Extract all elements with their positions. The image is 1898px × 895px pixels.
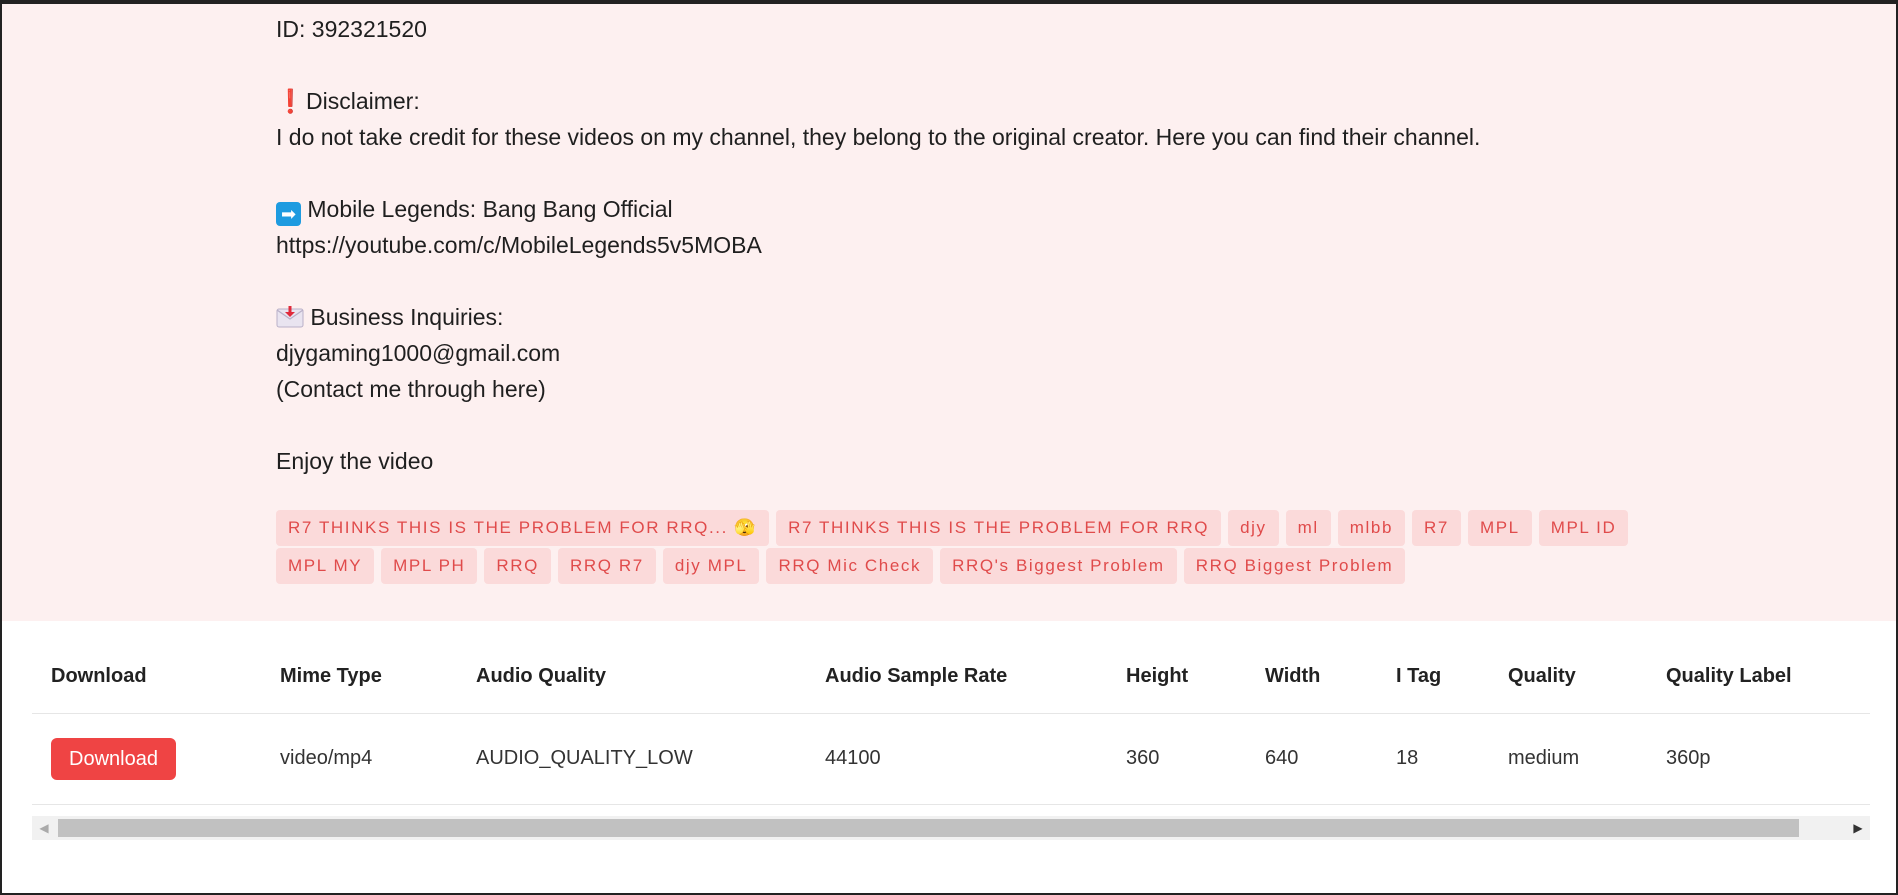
tag[interactable]: R7 THINKS THIS IS THE PROBLEM FOR RRQ	[776, 510, 1222, 546]
scrollbar-thumb[interactable]	[58, 819, 1799, 837]
tag[interactable]: R7 THINKS THIS IS THE PROBLEM FOR RRQ...…	[276, 510, 770, 546]
contact-note: (Contact me through here)	[276, 376, 546, 402]
header-quality: Quality	[1489, 621, 1647, 714]
tag[interactable]: djy	[1228, 510, 1279, 546]
formats-table-container: Download Mime Type Audio Quality Audio S…	[32, 621, 1870, 841]
download-button[interactable]: Download	[51, 737, 176, 780]
business-label: Business Inquiries:	[310, 304, 504, 330]
tag[interactable]: R7	[1412, 510, 1461, 546]
cell-mime-type: video/mp4	[261, 713, 457, 805]
envelope-with-arrow-icon	[276, 306, 304, 328]
tag[interactable]: RRQ Mic Check	[766, 548, 934, 584]
tag[interactable]: MPL MY	[276, 548, 375, 584]
formats-table: Download Mime Type Audio Quality Audio S…	[32, 621, 1870, 805]
tag-list: R7 THINKS THIS IS THE PROBLEM FOR RRQ...…	[276, 510, 1676, 586]
header-mime-type: Mime Type	[261, 621, 457, 714]
cell-quality: medium	[1489, 713, 1647, 805]
tag[interactable]: RRQ R7	[558, 548, 656, 584]
header-quality-label: Quality Label	[1647, 621, 1870, 714]
tag[interactable]: MPL PH	[381, 548, 478, 584]
cell-quality-label: 360p	[1647, 713, 1870, 805]
tag[interactable]: RRQ Biggest Problem	[1183, 548, 1406, 584]
cell-itag: 18	[1377, 713, 1489, 805]
tag[interactable]: RRQ	[484, 548, 551, 584]
channel-name: Mobile Legends: Bang Bang Official	[307, 196, 673, 222]
page-frame: ID: 392321520 ❗Disclaimer: I do not take…	[0, 0, 1898, 895]
table-header-row: Download Mime Type Audio Quality Audio S…	[32, 621, 1870, 714]
tag[interactable]: djy MPL	[662, 548, 760, 584]
horizontal-scrollbar[interactable]: ◀ ▶	[32, 816, 1870, 840]
scroll-left-arrow-icon[interactable]: ◀	[32, 816, 56, 840]
tag[interactable]: MPL ID	[1538, 510, 1629, 546]
header-width: Width	[1246, 621, 1377, 714]
cell-audio-sample-rate: 44100	[806, 713, 1107, 805]
scroll-right-arrow-icon[interactable]: ▶	[1846, 816, 1870, 840]
cell-width: 640	[1246, 713, 1377, 805]
closing-text: Enjoy the video	[276, 448, 434, 474]
header-itag: I Tag	[1377, 621, 1489, 714]
header-download: Download	[32, 621, 261, 714]
cell-download: Download	[32, 713, 261, 805]
header-audio-quality: Audio Quality	[457, 621, 806, 714]
tag[interactable]: MPL	[1467, 510, 1532, 546]
video-id-line: ID: 392321520	[276, 16, 427, 42]
video-description: ID: 392321520 ❗Disclaimer: I do not take…	[276, 11, 1480, 479]
channel-heading: ➡ Mobile Legends: Bang Bang Official	[276, 191, 1480, 227]
disclaimer-heading: ❗Disclaimer:	[276, 83, 1480, 119]
table-row: Download video/mp4 AUDIO_QUALITY_LOW 441…	[32, 713, 1870, 805]
header-audio-sample-rate: Audio Sample Rate	[806, 621, 1107, 714]
disclaimer-label: Disclaimer:	[306, 88, 420, 114]
tag[interactable]: mlbb	[1337, 510, 1405, 546]
cell-audio-quality: AUDIO_QUALITY_LOW	[457, 713, 806, 805]
right-arrow-icon: ➡	[276, 202, 301, 226]
tag[interactable]: ml	[1285, 510, 1331, 546]
email-link[interactable]: djygaming1000@gmail.com	[276, 335, 1480, 371]
disclaimer-text: I do not take credit for these videos on…	[276, 124, 1481, 150]
header-height: Height	[1107, 621, 1246, 714]
channel-url-link[interactable]: https://youtube.com/c/MobileLegends5v5MO…	[276, 227, 1480, 263]
exclamation-icon: ❗	[276, 88, 305, 114]
cell-height: 360	[1107, 713, 1246, 805]
business-heading: Business Inquiries:	[276, 299, 1480, 335]
video-description-section: ID: 392321520 ❗Disclaimer: I do not take…	[2, 4, 1896, 621]
tag[interactable]: RRQ's Biggest Problem	[940, 548, 1177, 584]
